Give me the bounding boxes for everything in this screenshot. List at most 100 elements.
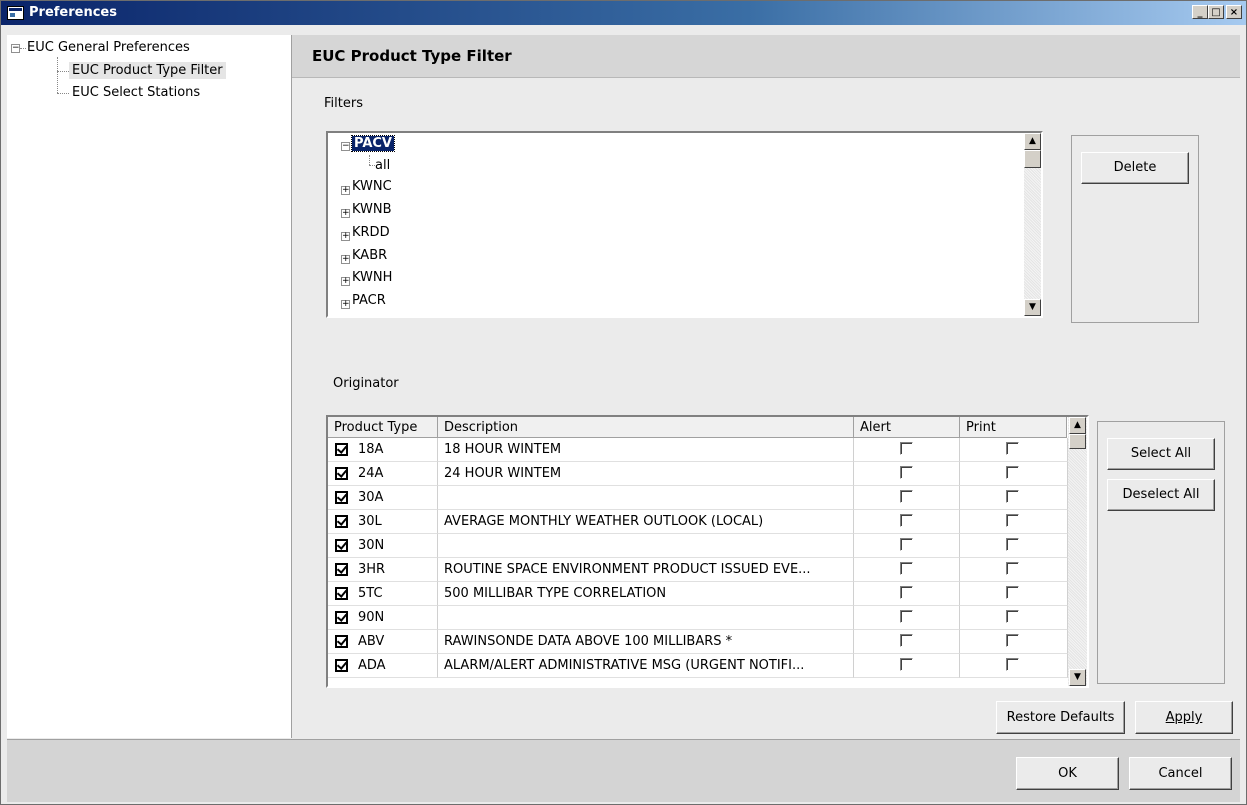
print-checkbox[interactable]	[1006, 490, 1019, 503]
product-type-table[interactable]: Product Type Description Alert Print 18A…	[326, 415, 1089, 688]
tree-connector	[57, 71, 69, 72]
title-bar[interactable]: Preferences _ □ ×	[1, 1, 1246, 25]
print-cell	[960, 438, 1068, 462]
alert-checkbox[interactable]	[900, 514, 913, 527]
alert-cell	[854, 630, 960, 654]
print-checkbox[interactable]	[1006, 514, 1019, 527]
tree-node-kabr[interactable]: KABR	[352, 248, 387, 263]
scroll-up-arrow-icon[interactable]: ▲	[1024, 133, 1041, 150]
alert-cell	[854, 462, 960, 486]
table-row[interactable]: 5TC 500 MILLIBAR TYPE CORRELATION	[328, 582, 1068, 606]
table-scrollbar[interactable]: ▲ ▼	[1068, 417, 1087, 686]
alert-checkbox[interactable]	[900, 466, 913, 479]
product-type-code: ADA	[358, 658, 386, 673]
collapse-icon[interactable]: −	[341, 142, 350, 151]
column-header-description[interactable]: Description	[438, 417, 854, 438]
row-enabled-checkbox[interactable]	[335, 611, 348, 624]
product-type-cell: ADA	[328, 654, 438, 678]
alert-checkbox[interactable]	[900, 610, 913, 623]
row-enabled-checkbox[interactable]	[335, 539, 348, 552]
table-row[interactable]: 30A	[328, 486, 1068, 510]
print-checkbox[interactable]	[1006, 466, 1019, 479]
print-checkbox[interactable]	[1006, 586, 1019, 599]
tree-node-all[interactable]: all	[375, 158, 390, 173]
product-type-cell: ABV	[328, 630, 438, 654]
table-row[interactable]: 24A 24 HOUR WINTEM	[328, 462, 1068, 486]
alert-checkbox[interactable]	[900, 634, 913, 647]
print-checkbox[interactable]	[1006, 610, 1019, 623]
print-checkbox[interactable]	[1006, 442, 1019, 455]
row-enabled-checkbox[interactable]	[335, 635, 348, 648]
row-enabled-checkbox[interactable]	[335, 491, 348, 504]
table-row[interactable]: 30N	[328, 534, 1068, 558]
minimize-button[interactable]: _	[1192, 5, 1208, 19]
print-cell	[960, 654, 1068, 678]
alert-checkbox[interactable]	[900, 658, 913, 671]
filters-label: Filters	[324, 96, 363, 111]
row-enabled-checkbox[interactable]	[335, 587, 348, 600]
table-row[interactable]: 3HR ROUTINE SPACE ENVIRONMENT PRODUCT ISS…	[328, 558, 1068, 582]
scroll-thumb[interactable]	[1024, 150, 1041, 168]
row-enabled-checkbox[interactable]	[335, 467, 348, 480]
tree-node-kwnh[interactable]: KWNH	[352, 270, 392, 285]
scroll-down-arrow-icon[interactable]: ▼	[1024, 299, 1041, 316]
scroll-down-arrow-icon[interactable]: ▼	[1069, 669, 1086, 686]
select-all-button[interactable]: Select All	[1107, 438, 1215, 470]
expand-icon[interactable]: +	[341, 209, 350, 218]
column-header-print[interactable]: Print	[960, 417, 1067, 438]
tree-node-pacr[interactable]: PACR	[352, 293, 386, 308]
originator-label: Originator	[333, 376, 399, 391]
row-enabled-checkbox[interactable]	[335, 563, 348, 576]
nav-item-euc-general-preferences[interactable]: EUC General Preferences	[27, 40, 190, 55]
expand-icon[interactable]: +	[341, 300, 350, 309]
alert-cell	[854, 534, 960, 558]
filters-scrollbar[interactable]: ▲ ▼	[1024, 133, 1041, 316]
nav-item-euc-product-type-filter[interactable]: EUC Product Type Filter	[69, 62, 226, 79]
cancel-button[interactable]: Cancel	[1129, 757, 1232, 790]
filters-tree[interactable]: − PACV all + KWNC + KWNB + KRDD + KABR +…	[326, 131, 1043, 318]
preferences-nav-tree: − EUC General Preferences EUC Product Ty…	[7, 35, 292, 738]
tree-node-kwnb[interactable]: KWNB	[352, 202, 392, 217]
table-row[interactable]: 18A 18 HOUR WINTEM	[328, 438, 1068, 462]
restore-defaults-button[interactable]: Restore Defaults	[996, 701, 1125, 734]
maximize-button[interactable]: □	[1208, 5, 1224, 19]
row-enabled-checkbox[interactable]	[335, 515, 348, 528]
expand-icon[interactable]: +	[341, 277, 350, 286]
alert-checkbox[interactable]	[900, 586, 913, 599]
table-row[interactable]: 30L AVERAGE MONTHLY WEATHER OUTLOOK (LOCA…	[328, 510, 1068, 534]
delete-button[interactable]: Delete	[1081, 152, 1189, 184]
scroll-thumb[interactable]	[1069, 434, 1086, 449]
alert-checkbox[interactable]	[900, 490, 913, 503]
scroll-up-arrow-icon[interactable]: ▲	[1069, 417, 1086, 434]
column-header-product-type[interactable]: Product Type	[328, 417, 438, 438]
print-checkbox[interactable]	[1006, 538, 1019, 551]
deselect-all-button[interactable]: Deselect All	[1107, 479, 1215, 511]
column-header-alert[interactable]: Alert	[854, 417, 960, 438]
tree-connector	[57, 93, 69, 94]
close-button[interactable]: ×	[1226, 5, 1242, 19]
tree-node-pacv[interactable]: PACV	[351, 135, 395, 152]
print-checkbox[interactable]	[1006, 562, 1019, 575]
expand-icon[interactable]: +	[341, 186, 350, 195]
table-row[interactable]: ABV RAWINSONDE DATA ABOVE 100 MILLIBARS *	[328, 630, 1068, 654]
print-checkbox[interactable]	[1006, 634, 1019, 647]
tree-node-kwnc[interactable]: KWNC	[352, 179, 392, 194]
alert-checkbox[interactable]	[900, 562, 913, 575]
row-enabled-checkbox[interactable]	[335, 659, 348, 672]
print-cell	[960, 534, 1068, 558]
product-type-code: 30N	[358, 538, 385, 553]
print-checkbox[interactable]	[1006, 658, 1019, 671]
tree-node-krdd[interactable]: KRDD	[352, 225, 390, 240]
alert-checkbox[interactable]	[900, 538, 913, 551]
row-enabled-checkbox[interactable]	[335, 443, 348, 456]
collapse-icon[interactable]: −	[11, 44, 20, 53]
nav-item-euc-select-stations[interactable]: EUC Select Stations	[72, 85, 200, 100]
expand-icon[interactable]: +	[341, 255, 350, 264]
table-row[interactable]: ADA ALARM/ALERT ADMINISTRATIVE MSG (URGEN…	[328, 654, 1068, 678]
table-row[interactable]: 90N	[328, 606, 1068, 630]
expand-icon[interactable]: +	[341, 232, 350, 241]
apply-button[interactable]: Apply	[1135, 701, 1233, 734]
alert-checkbox[interactable]	[900, 442, 913, 455]
print-cell	[960, 630, 1068, 654]
ok-button[interactable]: OK	[1016, 757, 1119, 790]
